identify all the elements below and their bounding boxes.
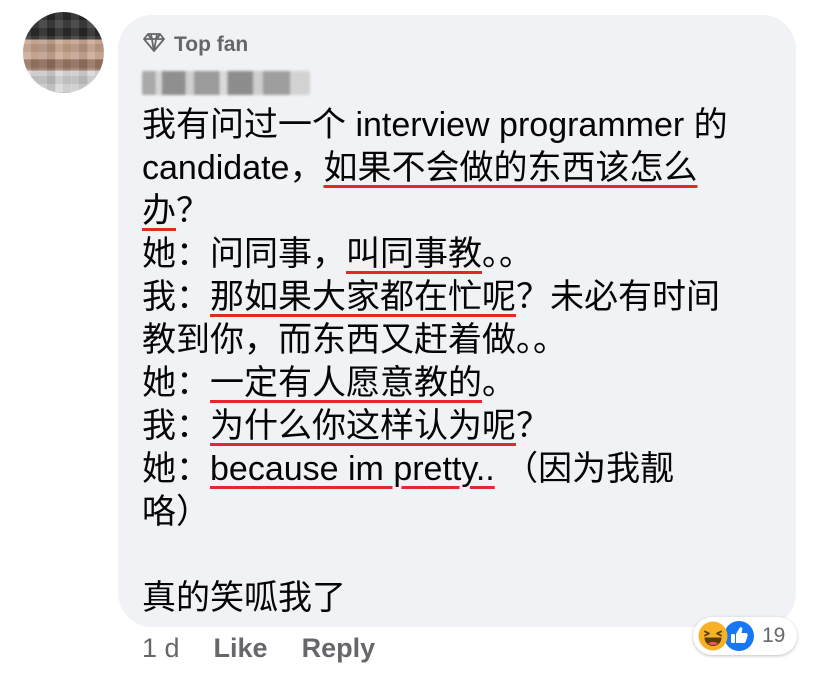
diamond-icon — [142, 30, 166, 60]
comment-text-segment: candidate， — [142, 149, 324, 187]
comment-text-segment: 咯） — [142, 493, 210, 531]
comment-line: 办？ — [142, 190, 782, 233]
comment-text-segment: ？ — [176, 192, 210, 230]
underlined-text: 办 — [142, 192, 176, 230]
comment-line: 我有问过一个 interview programmer 的 — [142, 104, 782, 147]
top-fan-label: Top fan — [174, 33, 249, 56]
comment-line: 我：那如果大家都在忙呢？未必有时间 — [142, 276, 782, 319]
comment-text-segment: 。。 — [482, 235, 533, 273]
underlined-text: because im pretty.. — [210, 450, 495, 488]
comment-line: 我：为什么你这样认为呢？ — [142, 405, 782, 448]
reply-button[interactable]: Reply — [302, 633, 376, 664]
reaction-count: 19 — [762, 624, 786, 647]
comment-text-segment: ？ — [516, 407, 550, 445]
comment-actions: 1 d Like Reply — [142, 633, 375, 664]
comment-text-segment: 我有问过一个 interview programmer 的 — [142, 106, 728, 144]
underlined-text: 为什么你这样认为呢 — [210, 407, 516, 445]
comment-line: candidate，如果不会做的东西该怎么 — [142, 147, 782, 190]
commenter-name-blurred[interactable] — [142, 71, 310, 95]
comment-text-segment: 她： — [142, 450, 210, 488]
comment-text-segment: （因为我靓 — [494, 450, 675, 488]
comment-line: 咯） — [142, 491, 782, 534]
comment-text-segment: 我： — [142, 278, 210, 316]
underlined-text: 那如果大家都在忙呢 — [210, 278, 516, 316]
comment-text-segment: ？未必有时间 — [516, 278, 720, 316]
top-fan-badge: Top fan — [142, 30, 248, 60]
comment-text-segment: 她： — [142, 364, 210, 402]
comment-text-segment: 真的笑呱我了 — [142, 579, 346, 617]
like-button[interactable]: Like — [214, 633, 268, 664]
reactions-summary[interactable]: 19 — [693, 617, 797, 655]
comment-text-segment: 她： — [142, 235, 210, 273]
comment-text-segment: 我： — [142, 407, 210, 445]
comment-text-segment: 。 — [482, 364, 516, 402]
comment-text-segment: 教到你，而东西又赶着做。。 — [142, 321, 567, 359]
comment-line: 教到你，而东西又赶着做。。 — [142, 319, 782, 362]
comment-text: 我有问过一个 interview programmer 的 candidate，如… — [142, 104, 782, 620]
underlined-text: 如果不会做的东西该怎么 — [323, 149, 698, 187]
comment-timestamp[interactable]: 1 d — [142, 633, 180, 664]
commenter-avatar[interactable] — [23, 12, 104, 93]
underlined-text: 一定有人愿意教的 — [210, 364, 482, 402]
comment-line — [142, 534, 782, 577]
comment-line: 真的笑呱我了 — [142, 577, 782, 620]
comment-text-segment: 问同事， — [210, 235, 346, 273]
underlined-text: 叫同事教 — [346, 235, 482, 273]
laugh-icon — [698, 621, 728, 651]
comment-line: 她：一定有人愿意教的。 — [142, 362, 782, 405]
comment-line: 她：because im pretty.. （因为我靓 — [142, 448, 782, 491]
comment-line: 她：问同事，叫同事教。。 — [142, 233, 782, 276]
